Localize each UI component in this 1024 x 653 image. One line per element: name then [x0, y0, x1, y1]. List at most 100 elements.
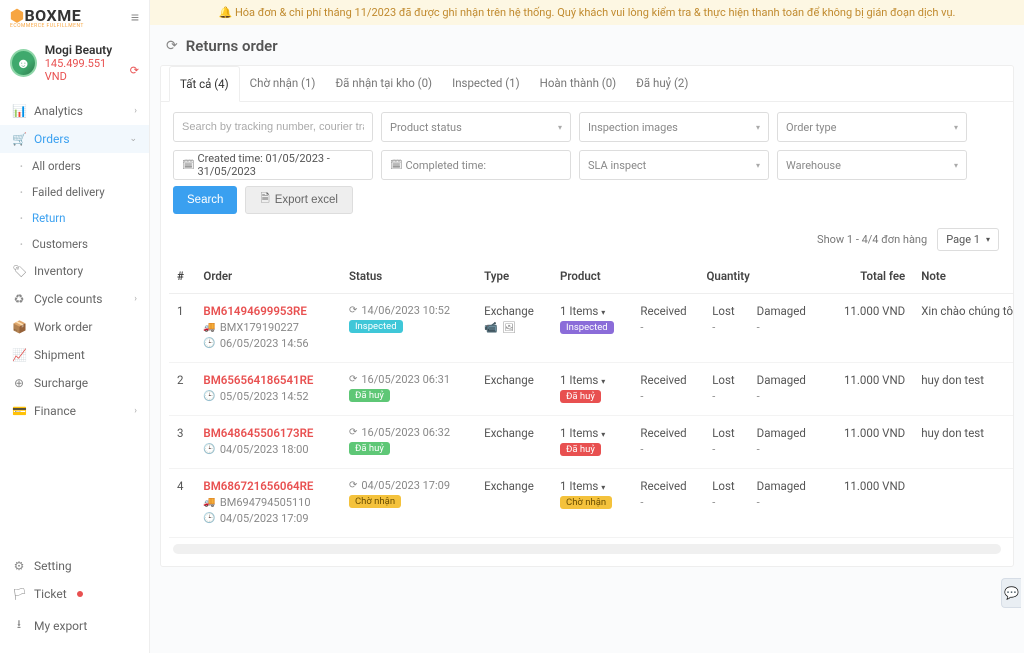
search-button[interactable]: Search: [173, 186, 237, 214]
cell-product[interactable]: 1 Items ▾Inspected: [552, 294, 632, 363]
sidebar-item-finance[interactable]: 💳Finance›: [0, 397, 149, 425]
page-header: ⟳ Returns order: [150, 25, 1024, 65]
table-wrap[interactable]: # Order Status Type Product Quantity Tot…: [161, 259, 1013, 566]
page-selector[interactable]: Page 1▾: [937, 228, 999, 251]
table-row[interactable]: 4BM686721656064RE🚚BM694794505110🕒04/05/2…: [169, 469, 1013, 538]
filter-product-status[interactable]: Product status▾: [381, 112, 571, 142]
user-balance[interactable]: 145.499.551 VND ⟳: [45, 57, 139, 83]
chat-widget[interactable]: 💬: [1001, 578, 1021, 608]
cell-product[interactable]: 1 Items ▾Đã huỷ: [552, 363, 632, 416]
cell-received: Received-: [632, 294, 704, 363]
cell-damaged: Damaged-: [749, 363, 824, 416]
nav-label: Setting: [34, 559, 72, 573]
cell-order: BM656564186541RE🕒05/05/2023 14:52: [195, 363, 341, 416]
trend-icon: 📈: [12, 348, 26, 362]
filter-label: Warehouse: [786, 159, 841, 172]
nav-label: Work order: [34, 320, 92, 334]
user-name: Mogi Beauty: [45, 43, 139, 57]
nav-label: Cycle counts: [34, 292, 102, 306]
sidebar-item-return[interactable]: Return: [18, 205, 149, 231]
col-order: Order: [195, 259, 341, 294]
cell-note: Xin chào chúng tôi đang te: [913, 294, 1013, 363]
horizontal-scrollbar[interactable]: [173, 544, 1001, 554]
filter-warehouse[interactable]: Warehouse▾: [777, 150, 967, 180]
table-row[interactable]: 1BM61494699953RE🚚BMX179190227🕒06/05/2023…: [169, 294, 1013, 363]
sidebar-item-shipment[interactable]: 📈Shipment: [0, 341, 149, 369]
order-code[interactable]: BM648645506173RE: [203, 426, 333, 440]
cell-order: BM648645506173RE🕒04/05/2023 18:00: [195, 416, 341, 469]
clock-icon: 🕒: [203, 338, 215, 349]
video-icon[interactable]: 📹: [484, 321, 498, 334]
image-icon[interactable]: 🖼: [502, 321, 516, 334]
nav-label: Return: [32, 211, 66, 225]
avatar[interactable]: ☻: [10, 49, 37, 77]
sidebar-item-setting[interactable]: ⚙Setting: [0, 552, 149, 580]
filter-inspection-images[interactable]: Inspection images▾: [579, 112, 769, 142]
sidebar-item-inventory[interactable]: 🏷Inventory: [0, 257, 149, 285]
search-input[interactable]: [182, 121, 364, 133]
cart-icon: 🛒: [12, 132, 26, 146]
status-time: ⟳14/06/2023 10:52: [349, 304, 468, 317]
caret-icon: ▾: [756, 161, 760, 170]
cell-status: ⟳16/05/2023 06:32Đã huỷ: [341, 416, 476, 469]
filter-created-time[interactable]: 🗓 Created time: 01/05/2023 - 31/05/2023: [173, 150, 373, 180]
cell-order: BM61494699953RE🚚BMX179190227🕒06/05/2023 …: [195, 294, 341, 363]
tab-cancelled[interactable]: Đã huỷ (2): [626, 66, 698, 101]
table-row[interactable]: 2BM656564186541RE🕒05/05/2023 14:52⟳16/05…: [169, 363, 1013, 416]
sidebar-item-work-order[interactable]: 📦Work order: [0, 313, 149, 341]
sidebar-item-ticket[interactable]: 🏳Ticket: [0, 580, 149, 608]
sidebar-item-cycle-counts[interactable]: ♻Cycle counts›: [0, 285, 149, 313]
sidebar-item-customers[interactable]: Customers: [18, 231, 149, 257]
tab-done[interactable]: Hoàn thành (0): [530, 66, 627, 101]
filter-order-type[interactable]: Order type▾: [777, 112, 967, 142]
sidebar-item-orders[interactable]: 🛒Orders⌄: [0, 125, 149, 153]
filter-sla-inspect[interactable]: SLA inspect▾: [579, 150, 769, 180]
refresh-balance-icon[interactable]: ⟳: [130, 64, 139, 77]
menu-toggle-icon[interactable]: ≡: [131, 9, 139, 26]
sync-icon: ⟳: [349, 374, 357, 385]
cell-damaged: Damaged-: [749, 469, 824, 538]
col-index: #: [169, 259, 195, 294]
cell-note: [913, 469, 1013, 538]
search-input-wrap[interactable]: [173, 112, 373, 142]
sidebar-item-export[interactable]: ⭳My export: [0, 608, 149, 643]
created-time: 🕒04/05/2023 17:09: [203, 512, 333, 525]
clock-icon: 🕒: [203, 444, 215, 455]
col-product: Product: [552, 259, 632, 294]
sidebar-item-all-orders[interactable]: All orders: [18, 153, 149, 179]
main-nav: 📊Analytics› 🛒Orders⌄ All orders Failed d…: [0, 93, 149, 546]
user-block: ☻ Mogi Beauty 145.499.551 VND ⟳: [0, 35, 149, 93]
refresh-icon[interactable]: ⟳: [166, 38, 178, 54]
cell-product[interactable]: 1 Items ▾Đã huỷ: [552, 416, 632, 469]
export-excel-button[interactable]: 🗎Export excel: [245, 186, 353, 214]
col-note: Note: [913, 259, 1013, 294]
order-code[interactable]: BM686721656064RE: [203, 479, 333, 493]
order-code[interactable]: BM61494699953RE: [203, 304, 333, 318]
cell-index: 4: [169, 469, 195, 538]
cell-product[interactable]: 1 Items ▾Chờ nhận: [552, 469, 632, 538]
table-row[interactable]: 3BM648645506173RE🕒04/05/2023 18:00⟳16/05…: [169, 416, 1013, 469]
cell-fee: 11.000 VND: [824, 469, 913, 538]
chart-icon: 📊: [12, 104, 26, 118]
status-time: ⟳16/05/2023 06:31: [349, 373, 468, 386]
main-content: 🔔 Hóa đơn & chi phí tháng 11/2023 đã đượ…: [150, 0, 1024, 653]
tab-inspected[interactable]: Inspected (1): [442, 66, 530, 101]
sidebar-item-analytics[interactable]: 📊Analytics›: [0, 97, 149, 125]
status-tabs: Tất cả (4) Chờ nhận (1) Đã nhận tại kho …: [161, 66, 1013, 102]
sidebar-item-surcharge[interactable]: ⊕Surcharge: [0, 369, 149, 397]
product-badge: Chờ nhận: [560, 496, 612, 509]
order-code[interactable]: BM656564186541RE: [203, 373, 333, 387]
col-status: Status: [341, 259, 476, 294]
clock-icon: 🕒: [203, 513, 215, 524]
chevron-right-icon: ›: [134, 106, 137, 116]
tab-waiting[interactable]: Chờ nhận (1): [240, 66, 326, 101]
cell-index: 1: [169, 294, 195, 363]
sidebar-bottom: ⚙Setting 🏳Ticket ⭳My export: [0, 546, 149, 653]
cell-note: huy don test: [913, 363, 1013, 416]
status-time: ⟳16/05/2023 06:32: [349, 426, 468, 439]
sidebar-item-failed-delivery[interactable]: Failed delivery: [18, 179, 149, 205]
tab-all[interactable]: Tất cả (4): [169, 66, 240, 102]
tab-received[interactable]: Đã nhận tại kho (0): [325, 66, 442, 101]
nav-label: My export: [34, 619, 87, 633]
filter-completed-time[interactable]: 🗓 Completed time:: [381, 150, 571, 180]
